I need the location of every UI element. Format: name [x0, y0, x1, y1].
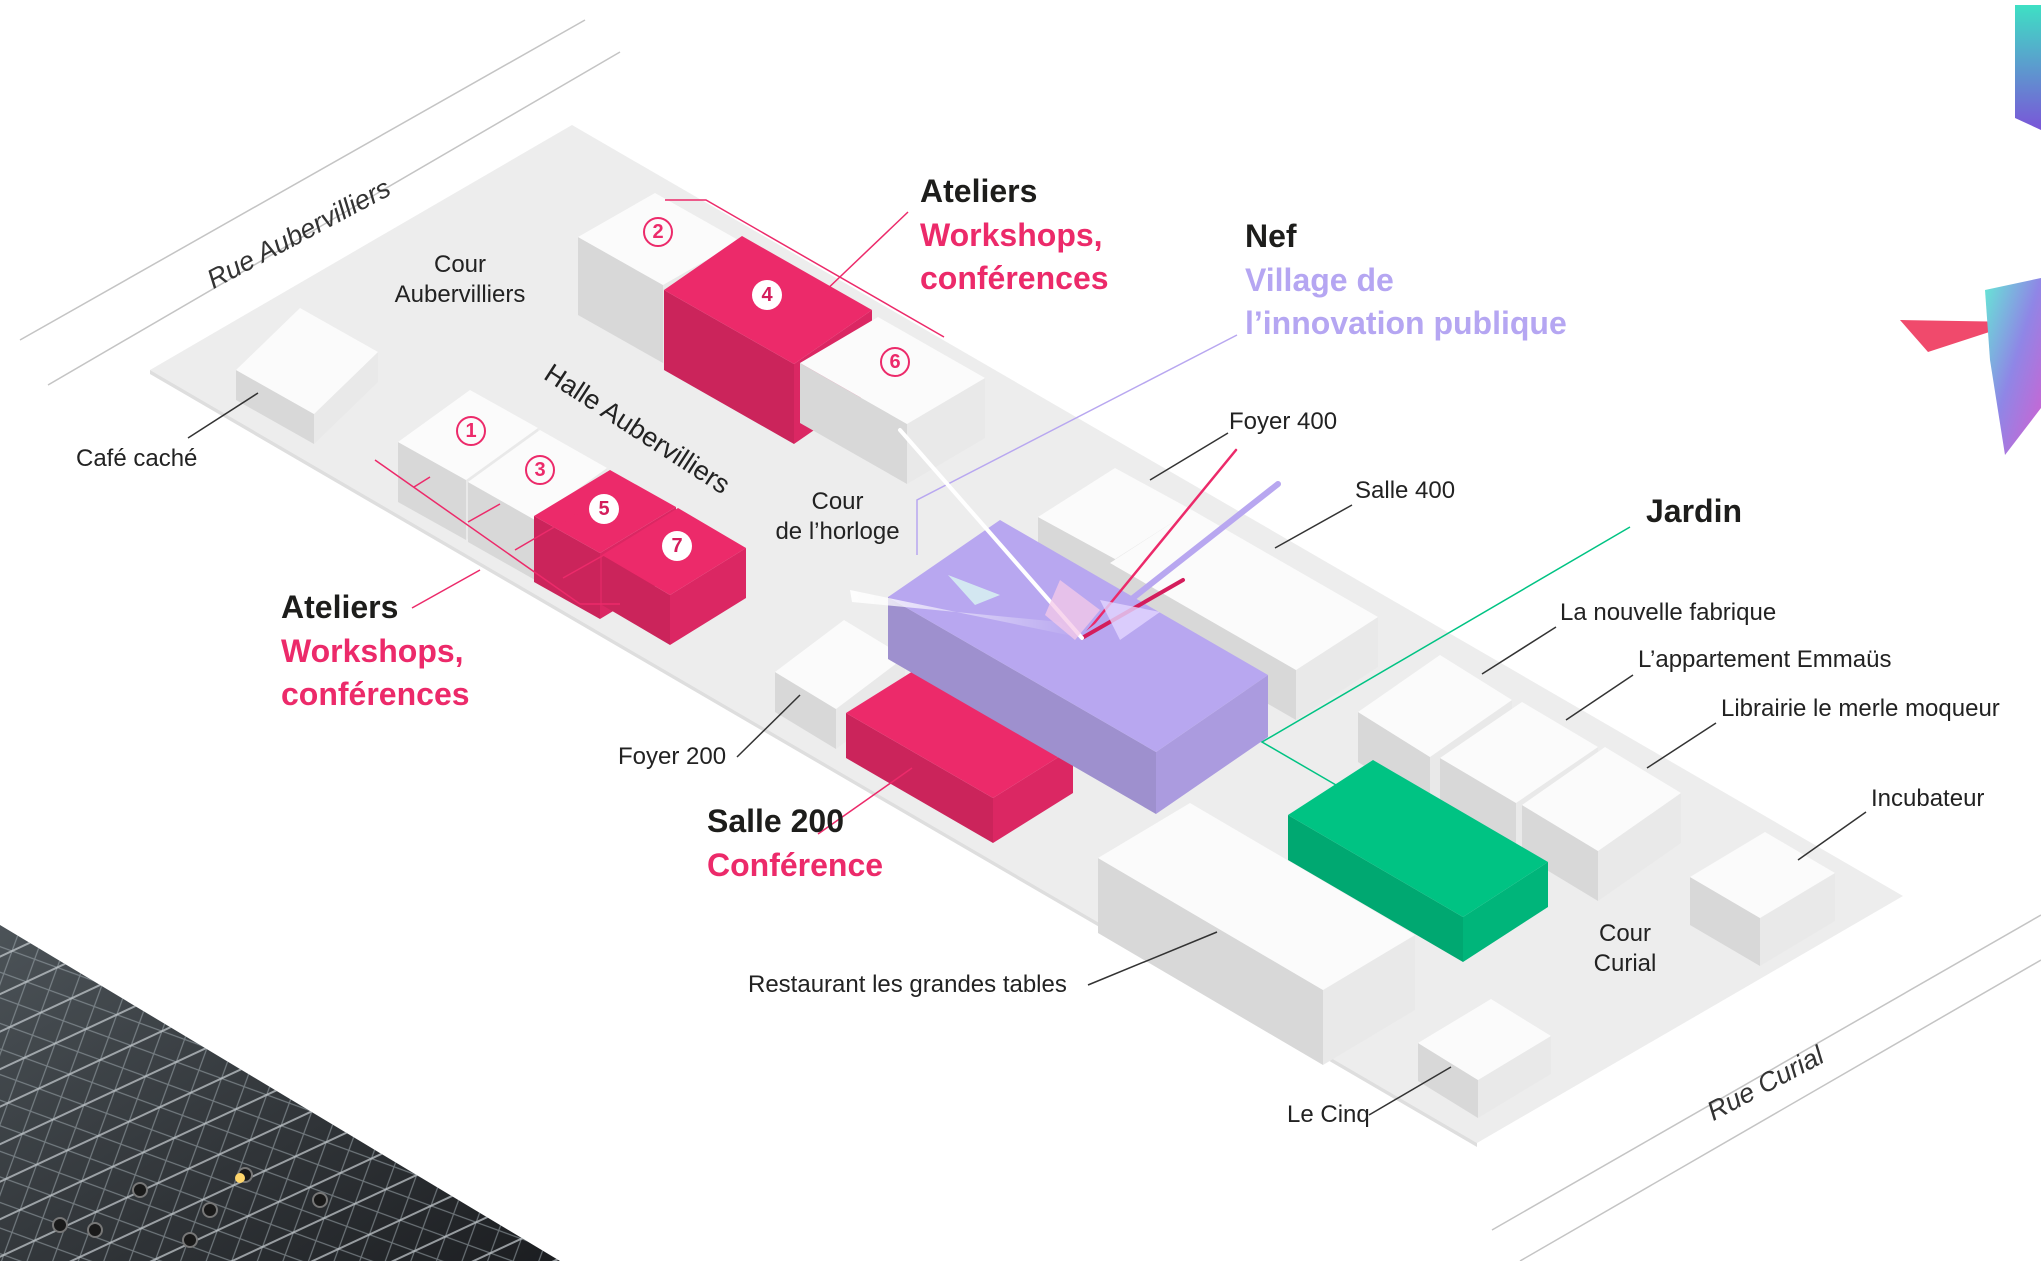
area-label-line: Cour: [811, 488, 864, 515]
room-number-badge[interactable]: 4: [752, 280, 782, 310]
highlight-ateliers-top[interactable]: Ateliers Workshops, conférences: [920, 170, 1109, 301]
room-number-badge[interactable]: 5: [589, 494, 619, 524]
leader-librairie: [1646, 722, 1717, 769]
venue-label-appartement-emmaus[interactable]: L’appartement Emmaüs: [1638, 645, 1891, 675]
area-label-cour-aubervilliers: Cour Aubervilliers: [385, 250, 535, 310]
stage-light: [132, 1182, 148, 1198]
room-number-badge[interactable]: 1: [456, 416, 486, 446]
area-label-line: de l’horloge: [775, 518, 900, 545]
venue-map: Rue Aubervilliers Rue Curial Cour Auberv…: [0, 0, 2041, 1261]
leader-ateliers-top: [820, 211, 909, 296]
area-label-line: Cour: [1598, 920, 1652, 947]
stage-light: [52, 1217, 68, 1233]
decorative-shape: [2015, 5, 2041, 130]
highlight-title: Ateliers: [920, 173, 1038, 209]
leader-la-nouvelle-fabrique: [1481, 626, 1557, 675]
area-label-cour-horloge: Cour de l’horloge: [760, 487, 915, 547]
highlight-nef[interactable]: Nef Village de l’innovation publique: [1245, 215, 1567, 346]
room-number-badge[interactable]: 6: [880, 347, 910, 377]
area-label-cour-curial: Cour Curial: [1565, 919, 1685, 979]
leader-incubateur: [1797, 811, 1867, 861]
highlight-title: Jardin: [1646, 493, 1743, 529]
leader-appartement-emmaus: [1565, 674, 1634, 721]
venue-label-restaurant[interactable]: Restaurant les grandes tables: [748, 970, 1067, 1000]
highlight-subtitle: Workshops,: [920, 216, 1103, 253]
venue-label-salle-400[interactable]: Salle 400: [1355, 476, 1455, 506]
stage-light: [87, 1222, 103, 1238]
venue-label-foyer-400[interactable]: Foyer 400: [1229, 407, 1337, 437]
highlight-subtitle: l’innovation publique: [1245, 305, 1567, 342]
highlight-subtitle: conférences: [281, 676, 470, 713]
venue-label-le-cinq[interactable]: Le Cinq: [1287, 1100, 1370, 1130]
highlight-subtitle: conférences: [920, 260, 1109, 297]
area-label-line: Curial: [1593, 950, 1657, 977]
venue-label-incubateur[interactable]: Incubateur: [1871, 784, 1984, 814]
highlight-title: Nef: [1245, 218, 1297, 254]
venue-label-la-nouvelle-fabrique[interactable]: La nouvelle fabrique: [1560, 598, 1776, 628]
venue-label-librairie[interactable]: Librairie le merle moqueur: [1721, 694, 2000, 724]
highlight-ateliers-left[interactable]: Ateliers Workshops, conférences: [281, 586, 470, 717]
highlight-subtitle: Village de: [1245, 261, 1394, 298]
highlight-title: Salle 200: [707, 803, 844, 839]
highlight-subtitle: Workshops,: [281, 632, 464, 669]
stage-light: [182, 1232, 198, 1248]
stage-light: [202, 1202, 218, 1218]
room-number-badge[interactable]: 3: [525, 455, 555, 485]
stage-light-glow: [235, 1173, 245, 1183]
room-number-badge[interactable]: 7: [662, 531, 692, 561]
decorative-shape: [1985, 278, 2041, 455]
room-number-badge[interactable]: 2: [643, 217, 673, 247]
highlight-jardin[interactable]: Jardin: [1646, 490, 1742, 534]
highlight-title: Ateliers: [281, 589, 399, 625]
leader-salle-400: [1274, 504, 1353, 549]
area-label-line: Aubervilliers: [394, 281, 526, 308]
venue-label-cafe-cache[interactable]: Café caché: [76, 444, 197, 474]
stage-light: [312, 1192, 328, 1208]
venue-photo-truss: [0, 925, 560, 1261]
highlight-subtitle: Conférence: [707, 846, 884, 883]
area-label-line: Cour: [433, 251, 487, 278]
highlight-salle-200[interactable]: Salle 200 Conférence: [707, 800, 883, 887]
venue-label-foyer-200[interactable]: Foyer 200: [618, 742, 726, 772]
